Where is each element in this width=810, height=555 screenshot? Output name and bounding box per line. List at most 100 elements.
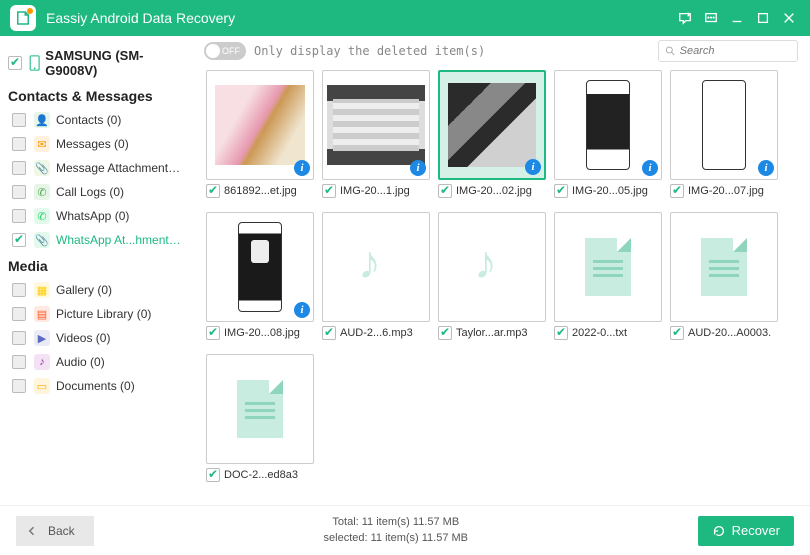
file-tile[interactable]: DOC-2...ed8a3 (206, 354, 314, 488)
category-icon: ▤ (34, 306, 50, 322)
category-icon: 📎 (34, 232, 50, 248)
category-checkbox[interactable] (12, 355, 26, 369)
file-tile[interactable]: i IMG-20...08.jpg (206, 212, 314, 346)
file-checkbox[interactable] (554, 326, 568, 340)
thumbnail[interactable]: i (670, 70, 778, 180)
phone-icon (28, 55, 41, 71)
file-tile[interactable]: Taylor...ar.mp3 (438, 212, 546, 346)
thumbnail[interactable]: i (438, 70, 546, 180)
thumbnail[interactable] (206, 354, 314, 464)
file-checkbox[interactable] (554, 184, 568, 198)
category-checkbox[interactable] (12, 209, 26, 223)
info-icon[interactable]: i (758, 160, 774, 176)
file-name: 861892...et.jpg (224, 185, 297, 197)
category-label: WhatsApp (0) (56, 209, 129, 223)
device-checkbox[interactable] (8, 56, 22, 70)
file-name: IMG-20...07.jpg (688, 185, 764, 197)
file-tile[interactable]: i IMG-20...05.jpg (554, 70, 662, 204)
search-input[interactable] (680, 45, 791, 57)
category-checkbox[interactable] (12, 233, 26, 247)
recover-button[interactable]: Recover (698, 516, 794, 546)
sidebar-category[interactable]: ♪ Audio (0) (6, 350, 190, 374)
file-tile[interactable]: AUD-20...A0003. (670, 212, 778, 346)
file-checkbox[interactable] (438, 326, 452, 340)
file-checkbox[interactable] (438, 184, 452, 198)
toggle-state: OFF (222, 46, 240, 56)
thumbnail[interactable]: i (206, 70, 314, 180)
sidebar-category[interactable]: ✉ Messages (0) (6, 132, 190, 156)
category-label: Videos (0) (56, 331, 110, 345)
footer: Back Total: 11 item(s) 11.57 MB selected… (0, 505, 810, 555)
feedback-icon[interactable] (674, 7, 696, 29)
sidebar-category[interactable]: ✆ Call Logs (0) (6, 180, 190, 204)
file-checkbox[interactable] (206, 326, 220, 340)
info-icon[interactable]: i (642, 160, 658, 176)
file-checkbox[interactable] (670, 184, 684, 198)
back-icon (26, 525, 38, 537)
file-tile[interactable]: 2022-0...txt (554, 212, 662, 346)
sidebar-category[interactable]: ▤ Picture Library (0) (6, 302, 190, 326)
message-icon[interactable] (700, 7, 722, 29)
close-button[interactable] (778, 7, 800, 29)
file-checkbox[interactable] (322, 326, 336, 340)
category-checkbox[interactable] (12, 331, 26, 345)
main: OFF Only display the deleted item(s) i 8… (196, 36, 810, 505)
category-checkbox[interactable] (12, 185, 26, 199)
info-icon[interactable]: i (410, 160, 426, 176)
maximize-button[interactable] (752, 7, 774, 29)
thumbnail[interactable]: i (554, 70, 662, 180)
sidebar-category[interactable]: ▭ Documents (0) (6, 374, 190, 398)
file-name: IMG-20...02.jpg (456, 185, 532, 197)
file-name: IMG-20...05.jpg (572, 185, 648, 197)
category-label: Picture Library (0) (56, 307, 151, 321)
category-label: Message Attachments (0) (56, 161, 184, 175)
thumbnail[interactable] (554, 212, 662, 322)
deleted-toggle[interactable]: OFF (204, 42, 246, 60)
minimize-button[interactable] (726, 7, 748, 29)
file-name: IMG-20...1.jpg (340, 185, 410, 197)
footer-stats: Total: 11 item(s) 11.57 MB selected: 11 … (94, 515, 698, 546)
category-checkbox[interactable] (12, 283, 26, 297)
file-tile[interactable]: i IMG-20...1.jpg (322, 70, 430, 204)
device-row[interactable]: SAMSUNG (SM-G9008V) (6, 44, 190, 82)
category-label: Audio (0) (56, 355, 105, 369)
sidebar-category[interactable]: ✆ WhatsApp (0) (6, 204, 190, 228)
app-title: Eassiy Android Data Recovery (46, 10, 235, 26)
back-button[interactable]: Back (16, 516, 94, 546)
file-tile[interactable]: AUD-2...6.mp3 (322, 212, 430, 346)
info-icon[interactable]: i (525, 159, 541, 175)
search-box[interactable] (658, 40, 798, 62)
file-checkbox[interactable] (206, 468, 220, 482)
thumbnail[interactable]: i (322, 70, 430, 180)
category-checkbox[interactable] (12, 113, 26, 127)
file-checkbox[interactable] (670, 326, 684, 340)
sidebar-category[interactable]: 📎 WhatsApp At...hments (11) (6, 228, 190, 252)
section-contacts: Contacts & Messages (6, 82, 190, 108)
file-checkbox[interactable] (206, 184, 220, 198)
info-icon[interactable]: i (294, 160, 310, 176)
thumbnail[interactable]: i (206, 212, 314, 322)
sidebar-category[interactable]: 👤 Contacts (0) (6, 108, 190, 132)
content: SAMSUNG (SM-G9008V) Contacts & Messages … (0, 36, 810, 505)
file-grid: i 861892...et.jpg i IMG-20...1.jpg i IMG… (196, 66, 810, 505)
thumbnail[interactable] (322, 212, 430, 322)
sidebar-category[interactable]: ▦ Gallery (0) (6, 278, 190, 302)
back-label: Back (48, 524, 75, 538)
titlebar: Eassiy Android Data Recovery (0, 0, 810, 36)
category-checkbox[interactable] (12, 137, 26, 151)
category-checkbox[interactable] (12, 161, 26, 175)
thumbnail[interactable] (438, 212, 546, 322)
file-checkbox[interactable] (322, 184, 336, 198)
sidebar-category[interactable]: ▶ Videos (0) (6, 326, 190, 350)
file-tile[interactable]: i 861892...et.jpg (206, 70, 314, 204)
file-tile[interactable]: i IMG-20...02.jpg (438, 70, 546, 204)
toggle-label: Only display the deleted item(s) (254, 44, 485, 58)
category-checkbox[interactable] (12, 307, 26, 321)
info-icon[interactable]: i (294, 302, 310, 318)
category-checkbox[interactable] (12, 379, 26, 393)
category-icon: ▶ (34, 330, 50, 346)
sidebar-category[interactable]: 📎 Message Attachments (0) (6, 156, 190, 180)
file-tile[interactable]: i IMG-20...07.jpg (670, 70, 778, 204)
thumbnail[interactable] (670, 212, 778, 322)
category-icon: ✆ (34, 184, 50, 200)
